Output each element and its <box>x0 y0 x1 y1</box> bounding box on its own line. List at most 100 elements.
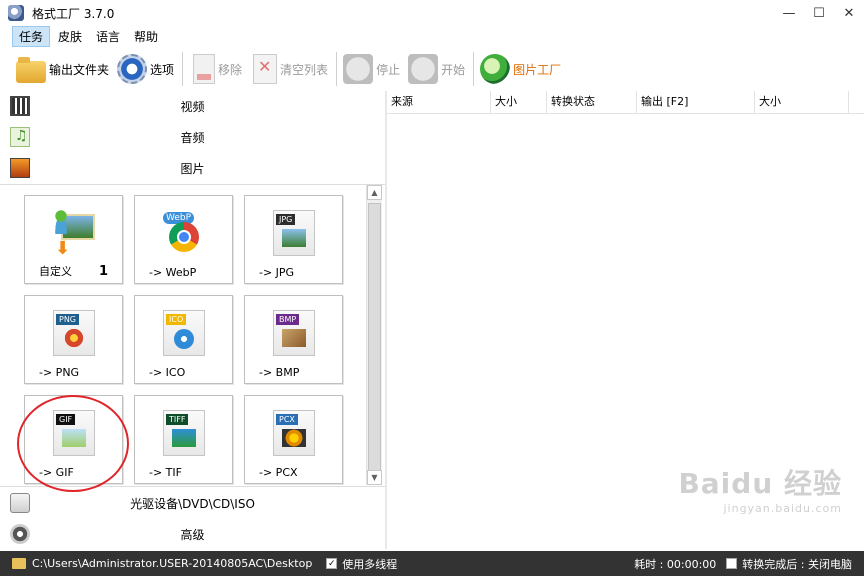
close-button[interactable]: ✕ <box>834 0 864 26</box>
remove-button[interactable]: 移除 <box>189 51 242 87</box>
category-advanced[interactable]: 高级 <box>0 519 385 549</box>
jpg-file-icon: JPG <box>273 210 315 256</box>
tile-custom[interactable]: ⬇ 自定义 1 <box>24 195 123 284</box>
task-list-header: 来源 大小 转换状态 输出 [F2] 大小 <box>387 91 864 114</box>
menu-help[interactable]: 帮助 <box>128 27 164 46</box>
start-label: 开始 <box>441 62 466 77</box>
tile-label: -> BMP <box>259 366 300 379</box>
column-output-size[interactable]: 大小 <box>755 91 849 114</box>
column-size[interactable]: 大小 <box>491 91 547 114</box>
multithread-checkbox[interactable]: ✓ <box>326 558 338 569</box>
remove-icon <box>193 54 216 84</box>
remove-label: 移除 <box>218 62 243 77</box>
tile-webp[interactable]: WebP -> WebP <box>134 195 233 284</box>
tile-gif[interactable]: GIF -> GIF <box>24 395 123 484</box>
folder-icon[interactable] <box>12 558 26 569</box>
clear-icon <box>253 54 278 84</box>
start-button[interactable]: 开始 <box>408 51 465 87</box>
options-button[interactable]: 选项 <box>117 51 174 87</box>
category-video-label: 视频 <box>180 99 205 114</box>
magnifier-icon <box>480 54 511 84</box>
after-done-checkbox[interactable] <box>726 558 738 569</box>
format-badge: GIF <box>56 414 76 425</box>
category-image-label: 图片 <box>180 161 205 176</box>
clear-list-label: 清空列表 <box>280 62 329 77</box>
picture-icon <box>10 158 30 178</box>
column-status[interactable]: 转换状态 <box>547 91 637 114</box>
menu-skin[interactable]: 皮肤 <box>52 27 88 46</box>
toolbar-separator <box>182 52 184 86</box>
stop-button[interactable]: 停止 <box>343 51 400 87</box>
scroll-thumb[interactable] <box>368 203 381 471</box>
menu-language[interactable]: 语言 <box>90 27 126 46</box>
folder-icon <box>16 57 46 83</box>
category-audio[interactable]: 音频 <box>0 122 385 152</box>
elapsed-time: 耗时 : 00:00:00 <box>634 557 717 571</box>
format-badge: BMP <box>276 314 300 325</box>
disc-drive-icon <box>10 493 30 513</box>
output-path[interactable]: C:\Users\Administrator.USER-20140805AC\D… <box>32 557 312 570</box>
output-folder-button[interactable]: 输出文件夹 <box>16 51 109 87</box>
maximize-button[interactable]: ☐ <box>804 0 834 26</box>
format-badge: TIFF <box>166 414 189 425</box>
tile-count-badge: 1 <box>98 264 108 279</box>
toolbar-separator <box>336 52 338 86</box>
window-controls: — ☐ ✕ <box>774 0 864 26</box>
music-note-icon <box>10 127 30 147</box>
category-advanced-label: 高级 <box>180 527 205 542</box>
toolbar-separator <box>473 52 475 86</box>
tif-file-icon: TIFF <box>163 410 205 456</box>
category-video[interactable]: 视频 <box>0 91 385 121</box>
clear-list-button[interactable]: 清空列表 <box>250 51 328 87</box>
category-image[interactable]: 图片 <box>0 153 385 183</box>
film-reel-icon <box>10 524 30 544</box>
menu-task[interactable]: 任务 <box>12 25 51 47</box>
watermark-url: jingyan.baidu.com <box>723 502 842 515</box>
column-source[interactable]: 来源 <box>387 91 491 114</box>
film-icon <box>10 96 30 116</box>
tile-pcx[interactable]: PCX -> PCX <box>244 395 343 484</box>
gear-icon <box>117 54 148 84</box>
picture-factory-button[interactable]: 图片工厂 <box>480 51 561 87</box>
task-list[interactable]: 来源 大小 转换状态 输出 [F2] 大小 Baidu 经验 jingyan.b… <box>387 91 864 549</box>
format-badge: JPG <box>276 214 296 225</box>
app-icon <box>8 5 24 21</box>
tile-jpg[interactable]: JPG -> JPG <box>244 195 343 284</box>
category-audio-label: 音频 <box>180 130 205 145</box>
tile-label: -> JPG <box>259 266 295 279</box>
scroll-up-arrow-icon[interactable]: ▲ <box>367 185 382 200</box>
status-bar: C:\Users\Administrator.USER-20140805AC\D… <box>0 551 864 576</box>
minimize-button[interactable]: — <box>774 0 804 26</box>
tile-png[interactable]: PNG -> PNG <box>24 295 123 384</box>
category-disc[interactable]: 光驱设备\DVD\CD\ISO <box>0 488 385 518</box>
stop-icon <box>343 54 374 84</box>
start-icon <box>408 54 439 84</box>
options-label: 选项 <box>150 62 175 77</box>
category-disc-label: 光驱设备\DVD\CD\ISO <box>130 496 255 511</box>
column-output[interactable]: 输出 [F2] <box>637 91 755 114</box>
format-badge: ICO <box>166 314 187 325</box>
tile-label: 自定义 <box>39 265 72 278</box>
multithread-label: 使用多线程 <box>342 557 398 571</box>
tile-bmp[interactable]: BMP -> BMP <box>244 295 343 384</box>
output-folder-label: 输出文件夹 <box>49 62 110 77</box>
tile-label: -> ICO <box>149 366 186 379</box>
tile-tif[interactable]: TIFF -> TIF <box>134 395 233 484</box>
format-badge: PCX <box>276 414 298 425</box>
scroll-down-arrow-icon[interactable]: ▼ <box>367 470 382 485</box>
tile-label: -> PCX <box>259 466 298 479</box>
tile-label: -> PNG <box>39 366 80 379</box>
title-bar: 格式工厂 3.7.0 — ☐ ✕ <box>0 0 864 26</box>
tile-label: -> GIF <box>39 466 74 479</box>
watermark-logo: Baidu 经验 <box>678 467 842 500</box>
image-format-grid: ⬇ 自定义 1 WebP -> WebP JPG -> JPG PNG -> P… <box>0 184 385 487</box>
format-badge: PNG <box>56 314 80 325</box>
menu-bar: 任务 皮肤 语言 帮助 <box>0 25 864 47</box>
tile-ico[interactable]: ICO -> ICO <box>134 295 233 384</box>
ico-file-icon: ICO <box>163 310 205 356</box>
webp-chrome-icon: WebP <box>163 210 205 256</box>
category-panel: 视频 音频 图片 ⬇ 自定义 1 WebP -> WebP JPG <box>0 91 385 549</box>
grid-scrollbar[interactable]: ▲ ▼ <box>366 185 382 485</box>
tile-label: -> WebP <box>149 266 197 279</box>
toolbar: 输出文件夹 选项 移除 清空列表 停止 开始 图片工厂 <box>0 47 864 91</box>
